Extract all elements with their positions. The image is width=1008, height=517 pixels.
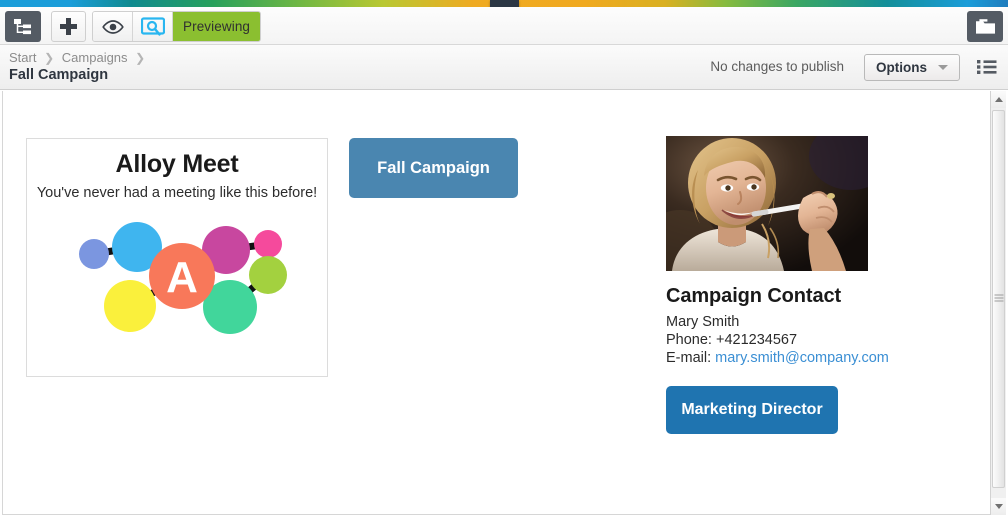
list-icon — [977, 60, 997, 74]
previewing-badge[interactable]: Previewing — [173, 12, 261, 41]
eye-icon — [101, 19, 124, 34]
promo-subtitle: You've never had a meeting like this bef… — [36, 185, 318, 201]
contact-heading: Campaign Contact — [666, 285, 842, 307]
top-toolbar: Previewing — [0, 7, 1008, 45]
scroll-up-button[interactable] — [991, 91, 1006, 108]
preview-inspect-icon — [140, 16, 165, 36]
preview-mode-group: Previewing — [92, 11, 262, 42]
campaign-contact-block: Campaign Contact Mary Smith Phone: +4212… — [666, 136, 966, 434]
breadcrumb-separator-icon: ❯ — [44, 51, 55, 65]
assets-button[interactable] — [967, 11, 1003, 42]
options-button-label: Options — [876, 60, 927, 75]
contact-photo — [666, 136, 868, 271]
contact-email-label: E-mail: — [666, 350, 712, 366]
page-title: Fall Campaign — [9, 67, 109, 83]
publish-status-text: No changes to publish — [710, 59, 844, 74]
plus-icon — [60, 18, 77, 35]
marketing-director-button[interactable]: Marketing Director — [666, 386, 838, 434]
vertical-scrollbar[interactable] — [990, 91, 1006, 515]
options-button[interactable]: Options — [864, 54, 960, 81]
alloy-meet-logo: A — [72, 219, 287, 334]
promo-title: Alloy Meet — [115, 150, 239, 178]
contact-email: E-mail: mary.smith@company.com — [666, 350, 966, 366]
site-tree-icon — [14, 18, 31, 34]
triangle-down-icon — [994, 504, 1003, 509]
logo-letter: A — [166, 253, 198, 302]
scroll-down-button[interactable] — [991, 498, 1006, 515]
contact-phone-label: Phone: — [666, 332, 712, 348]
alloy-meet-promo-card: Alloy Meet You've never had a meeting li… — [26, 138, 328, 377]
preview-mode-button[interactable] — [133, 12, 173, 41]
preview-content-area: Alloy Meet You've never had a meeting li… — [2, 91, 992, 515]
scrollbar-grip-icon — [994, 294, 1003, 304]
chevron-down-icon — [938, 65, 948, 70]
scrollbar-thumb[interactable] — [992, 110, 1005, 488]
contact-phone: Phone: +421234567 — [666, 332, 966, 348]
alloy-network-logo-graphic: A — [79, 222, 287, 334]
contact-email-link[interactable]: mary.smith@company.com — [715, 350, 889, 366]
view-on-site-button[interactable] — [93, 12, 133, 41]
editor-preview-window: Previewing Start ❯ Campaigns ❯ Fall Camp… — [0, 0, 1008, 517]
breadcrumb-separator-icon-2: ❯ — [135, 51, 146, 65]
page-header-bar: Start ❯ Campaigns ❯ Fall Campaign No cha… — [0, 45, 1008, 90]
triangle-up-icon — [994, 97, 1003, 102]
breadcrumb: Start ❯ Campaigns ❯ — [9, 50, 149, 65]
site-tree-button[interactable] — [5, 11, 41, 42]
add-button[interactable] — [51, 11, 86, 42]
contact-portrait-image — [666, 136, 868, 271]
breadcrumb-item-start[interactable]: Start — [9, 50, 36, 65]
breadcrumb-item-campaigns[interactable]: Campaigns — [62, 50, 128, 65]
contact-name: Mary Smith — [666, 314, 740, 330]
fall-campaign-button[interactable]: Fall Campaign — [349, 138, 518, 198]
list-view-button[interactable] — [976, 58, 998, 76]
contact-phone-value: +421234567 — [716, 332, 798, 348]
folder-icon — [975, 19, 995, 34]
